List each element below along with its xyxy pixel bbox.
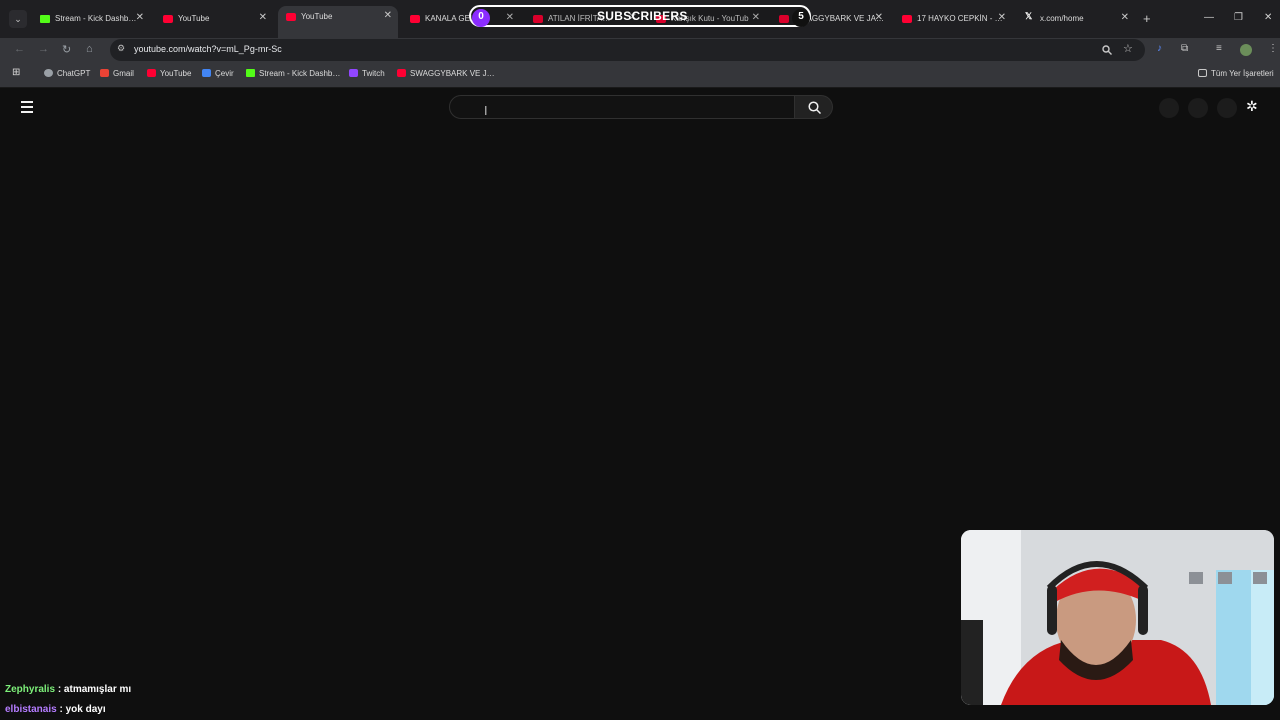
guide-menu-icon[interactable] (21, 101, 33, 116)
chat-text: : yok dayı (59, 704, 106, 715)
bookmark-swaggybark[interactable]: SWAGGYBARK VE J… (397, 69, 495, 78)
bookmark-label: Gmail (113, 69, 134, 78)
subscribers-overlay: 0 SUBSCRIBERS 5 (469, 5, 811, 27)
folder-icon (1198, 69, 1207, 77)
restore-icon[interactable]: ❐ (1234, 12, 1243, 23)
youtube-icon (147, 69, 156, 77)
bookmarks-bar: ⊞ ChatGPT Gmail YouTube Çevir Stream - K… (0, 62, 1280, 88)
webcam-overlay (961, 530, 1274, 705)
tab-youtube-1[interactable]: YouTube ✕ (155, 8, 273, 32)
tab-youtube-active[interactable]: YouTube ✕ (278, 6, 398, 38)
chat-text: : atmamışlar mı (57, 684, 132, 695)
reading-list-icon[interactable]: ≡ (1216, 43, 1222, 54)
subscribers-label: SUBSCRIBERS (597, 9, 688, 23)
streamer-webcam-image (961, 530, 1274, 705)
chat-username: elbistanais (5, 704, 57, 715)
placeholder-button-1[interactable] (1159, 98, 1179, 118)
search-button[interactable] (795, 95, 833, 119)
close-tab-icon[interactable]: ✕ (136, 12, 144, 23)
tab-hayko-cepkin[interactable]: 17 HAYKO CEPKİN - … ✕ (894, 8, 1012, 32)
youtube-icon (163, 15, 173, 23)
close-tab-icon[interactable]: ✕ (384, 10, 392, 21)
youtube-icon (286, 13, 296, 21)
bookmark-chatgpt[interactable]: ChatGPT (44, 69, 90, 78)
tab-strip: ⌄ Stream - Kick Dashb… ✕ YouTube ✕ YouTu… (0, 0, 1280, 38)
youtube-icon (410, 15, 420, 23)
reload-icon[interactable]: ↻ (62, 43, 71, 56)
tab-search-button[interactable]: ⌄ (9, 10, 27, 28)
search-icon (808, 101, 821, 114)
bookmark-kick-dashboard[interactable]: Stream - Kick Dashb… (246, 69, 340, 78)
new-tab-icon[interactable]: + (1143, 11, 1151, 26)
home-icon[interactable]: ⌂ (86, 43, 93, 55)
bookmark-youtube[interactable]: YouTube (147, 69, 191, 78)
address-url[interactable]: youtube.com/watch?v=mL_Pg-mr-Sc (134, 44, 282, 54)
menu-icon[interactable]: ⋮ (1268, 43, 1278, 54)
profile-avatar-icon[interactable] (1240, 44, 1252, 56)
forward-icon[interactable]: → (38, 43, 49, 55)
close-tab-icon[interactable]: ✕ (259, 12, 267, 23)
bookmark-label: SWAGGYBARK VE J… (410, 69, 495, 78)
site-info-icon[interactable]: ⚙ (117, 43, 125, 54)
bookmark-cevir[interactable]: Çevir (202, 69, 234, 78)
minimize-icon[interactable]: — (1204, 12, 1214, 23)
settings-gear-icon[interactable]: ✲ (1246, 98, 1258, 115)
chat-message: Zephyralis : atmamışlar mı (5, 684, 131, 695)
search-input[interactable] (449, 95, 795, 119)
close-tab-icon[interactable]: ✕ (998, 12, 1006, 23)
tab-title: YouTube (301, 12, 333, 21)
chat-username: Zephyralis (5, 684, 56, 695)
close-window-icon[interactable]: ✕ (1264, 12, 1272, 23)
bookmark-label: ChatGPT (57, 69, 91, 78)
bookmark-label: Çevir (215, 69, 234, 78)
bookmark-twitch[interactable]: Twitch (349, 69, 385, 78)
youtube-icon (902, 15, 912, 23)
translate-icon (202, 69, 211, 77)
close-tab-icon[interactable]: ✕ (1121, 12, 1129, 23)
media-control-icon[interactable]: ♪ (1157, 43, 1162, 54)
tab-title: x.com/home (1040, 14, 1084, 23)
bookmark-label: Stream - Kick Dashb… (259, 69, 341, 78)
youtube-icon (397, 69, 406, 77)
subscribers-right-count: 5 (792, 9, 810, 27)
tab-kick-dashboard[interactable]: Stream - Kick Dashb… ✕ (32, 8, 150, 32)
x-icon: 𝕏 (1025, 11, 1033, 21)
close-tab-icon[interactable]: ✕ (875, 12, 883, 23)
address-bar[interactable]: ⚙ youtube.com/watch?v=mL_Pg-mr-Sc ☆ (110, 39, 1145, 61)
tab-x-home[interactable]: 𝕏 x.com/home ✕ (1017, 8, 1135, 32)
tab-title: YouTube (178, 14, 210, 23)
bookmark-label: Twitch (362, 69, 385, 78)
subscribers-left-count: 0 (472, 9, 490, 27)
text-cursor-icon: I (484, 104, 488, 118)
kick-icon (246, 69, 255, 77)
extensions-icon[interactable]: ⧉ (1181, 43, 1188, 54)
chat-message: elbistanais : yok dayı (5, 704, 106, 715)
youtube-masthead: I ✲ (0, 88, 1280, 128)
tab-title: 17 HAYKO CEPKİN - … (917, 14, 1003, 23)
all-bookmarks[interactable]: Tüm Yer İşaretleri (1198, 69, 1274, 78)
tab-title: Stream - Kick Dashb… (55, 14, 137, 23)
back-icon[interactable]: ← (14, 43, 25, 55)
bookmark-gmail[interactable]: Gmail (100, 69, 134, 78)
placeholder-button-3[interactable] (1217, 98, 1237, 118)
chatgpt-icon (44, 69, 53, 77)
apps-grid-icon[interactable]: ⊞ (12, 67, 20, 78)
placeholder-button-2[interactable] (1188, 98, 1208, 118)
browser-toolbar: ← → ↻ ⌂ ⚙ youtube.com/watch?v=mL_Pg-mr-S… (0, 38, 1280, 62)
bookmark-label: YouTube (160, 69, 192, 78)
gmail-icon (100, 69, 109, 77)
all-bookmarks-label: Tüm Yer İşaretleri (1211, 69, 1274, 78)
bookmark-star-icon[interactable]: ☆ (1123, 42, 1133, 55)
twitch-icon (349, 69, 358, 77)
kick-icon (40, 15, 50, 23)
zoom-icon[interactable] (1102, 45, 1112, 55)
